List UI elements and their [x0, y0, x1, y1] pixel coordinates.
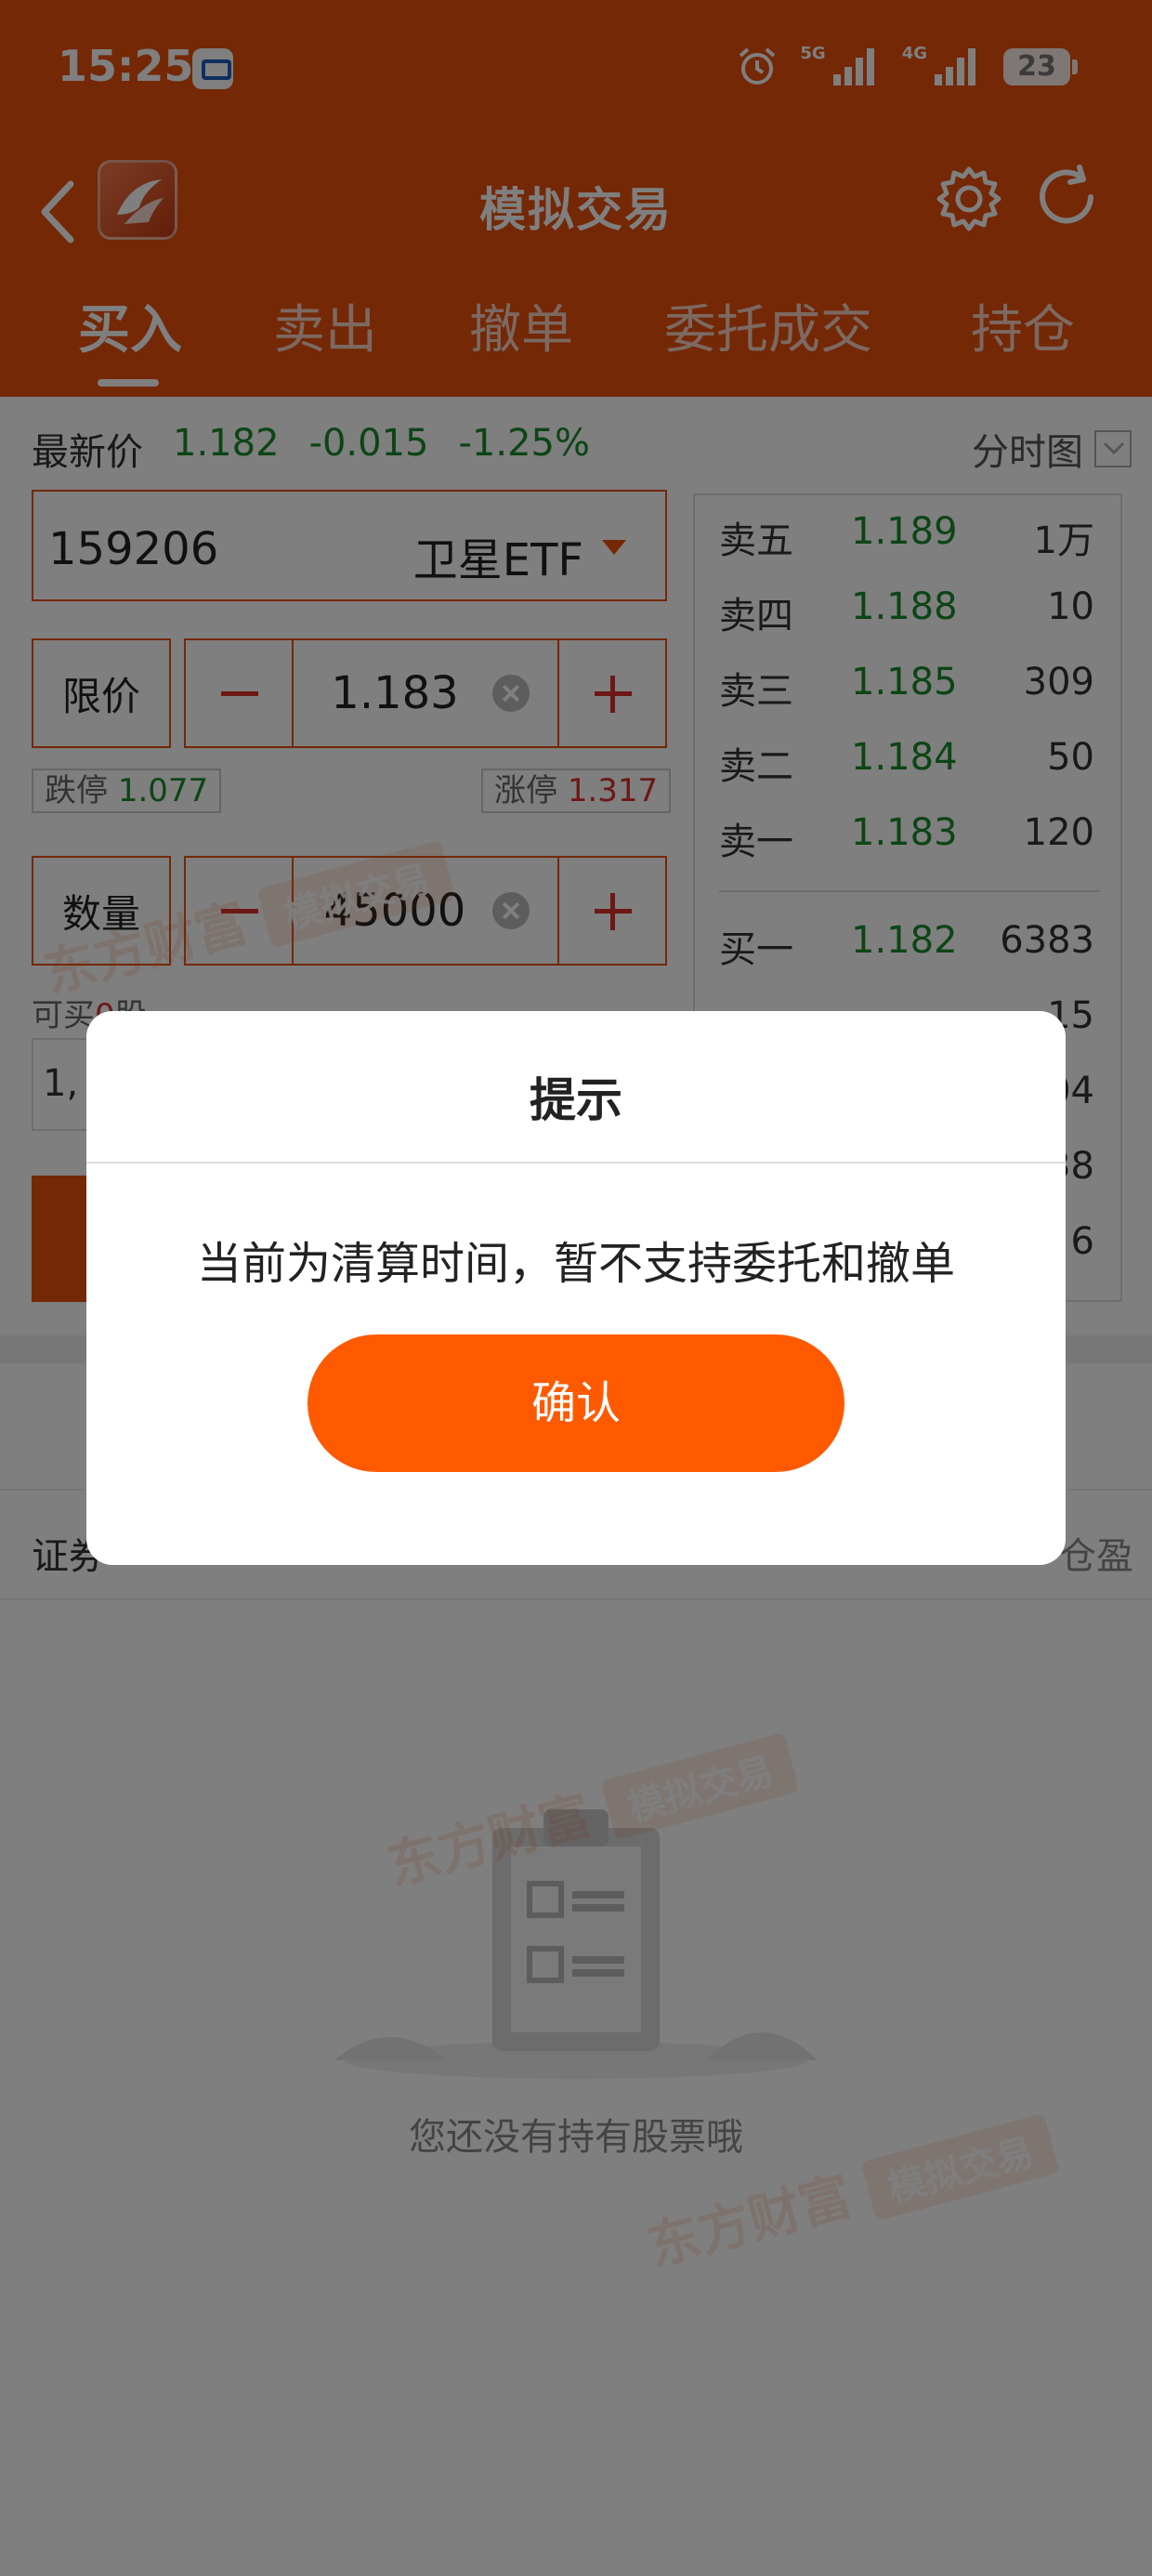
dialog-title: 提示 [530, 1073, 622, 1127]
dialog-message: 当前为清算时间，暂不支持委托和撤单 [196, 1238, 955, 1290]
alert-dialog: 提示 当前为清算时间，暂不支持委托和撤单 确认 [86, 1011, 1066, 1565]
confirm-button[interactable]: 确认 [308, 1334, 844, 1472]
dialog-divider [86, 1162, 1066, 1163]
